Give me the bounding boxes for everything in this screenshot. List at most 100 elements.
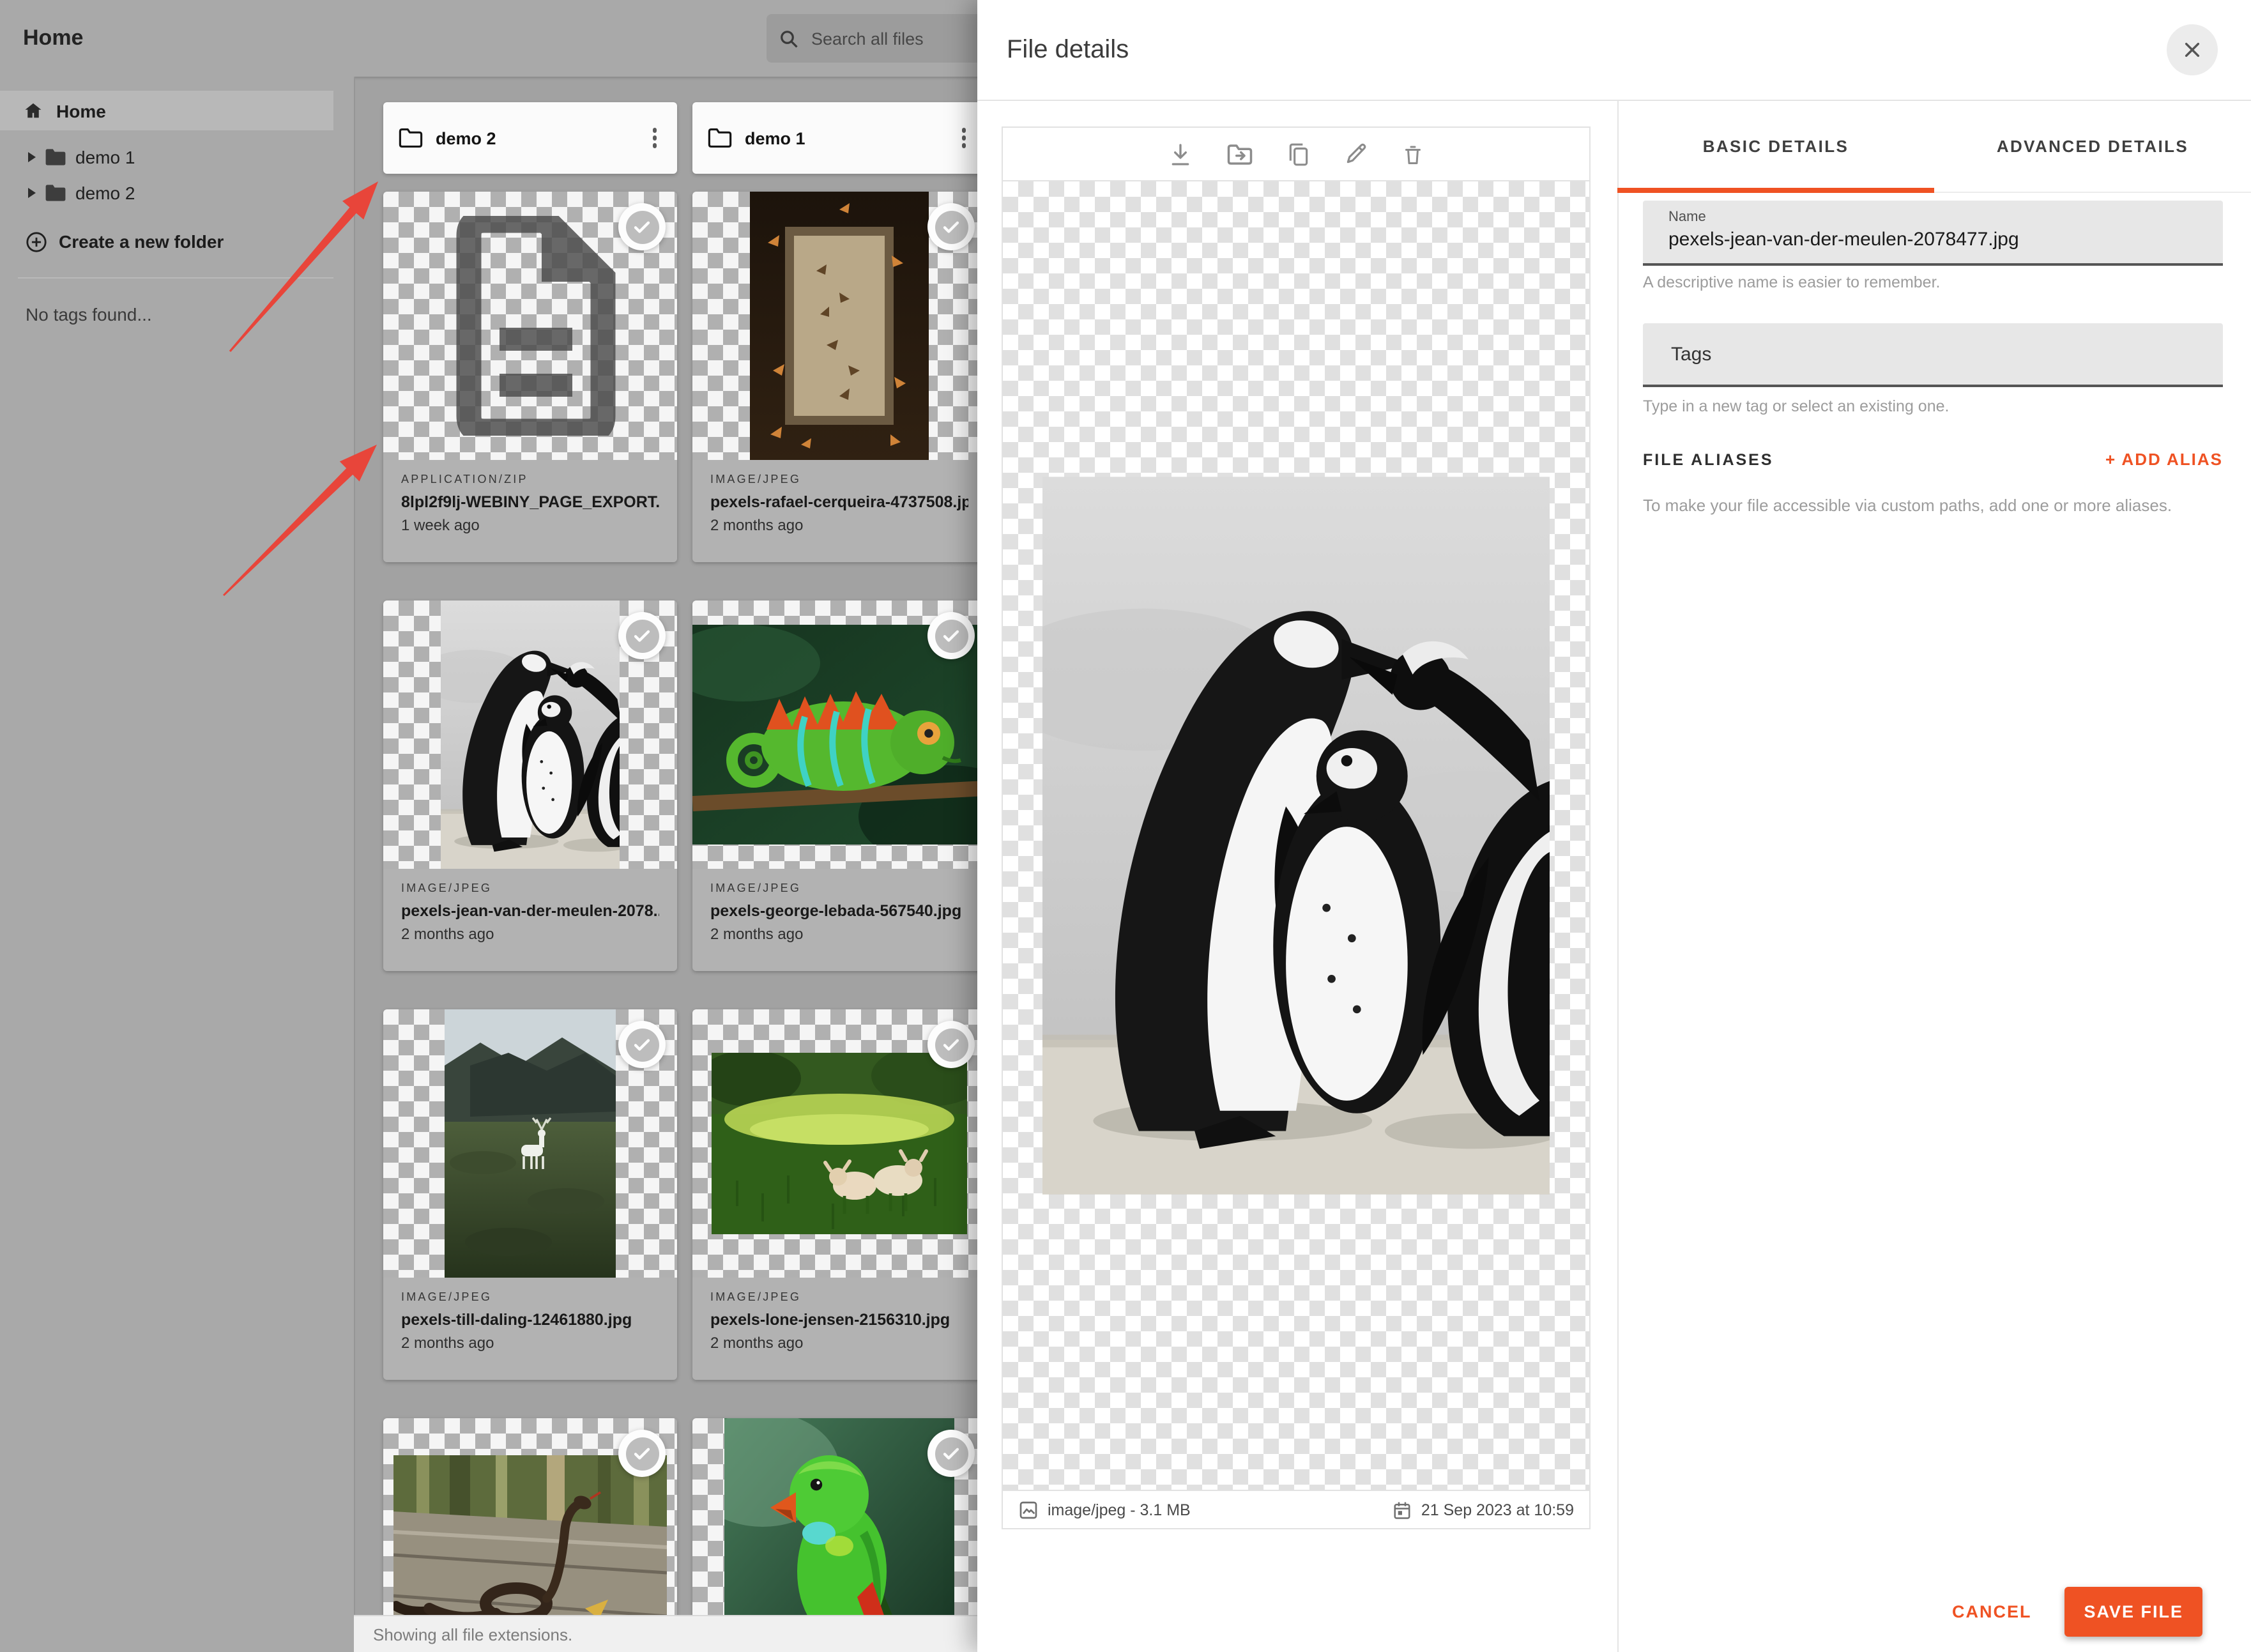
zip-file-icon xyxy=(383,192,677,460)
penguins-preview-image xyxy=(1042,477,1550,1195)
moths-photo xyxy=(750,192,929,460)
file-type: IMAGE/JPEG xyxy=(401,882,492,894)
folder-card-demo2[interactable]: demo 2 xyxy=(383,102,677,174)
aliases-helper-text: To make your file accessible via custom … xyxy=(1643,496,2172,515)
file-name: pexels-till-daling-12461880.jpg xyxy=(401,1311,632,1329)
close-button[interactable] xyxy=(2167,24,2218,75)
folder-outline-icon xyxy=(399,128,423,148)
chevron-right-icon[interactable] xyxy=(28,188,36,198)
file-name: pexels-jean-van-der-meulen-2078... xyxy=(401,902,659,920)
tab-advanced-details[interactable]: ADVANCED DETAILS xyxy=(1934,100,2251,192)
details-tabs: BASIC DETAILS ADVANCED DETAILS xyxy=(1617,100,2251,193)
tags-input[interactable] xyxy=(1668,342,2197,366)
file-time: 2 months ago xyxy=(401,925,494,943)
file-time: 2 months ago xyxy=(401,1334,494,1352)
drawer-column-divider xyxy=(1617,100,1619,1652)
check-icon xyxy=(943,630,959,642)
file-type: IMAGE/JPEG xyxy=(710,882,802,894)
file-type: IMAGE/JPEG xyxy=(710,1290,802,1303)
drawer-title: File details xyxy=(1007,36,1129,64)
file-type: IMAGE/JPEG xyxy=(401,1290,492,1303)
check-icon xyxy=(943,221,959,233)
file-card-lambs[interactable]: IMAGE/JPEG pexels-lone-jensen-2156310.jp… xyxy=(692,1009,986,1380)
file-card-penguins[interactable]: IMAGE/JPEG pexels-jean-van-der-meulen-20… xyxy=(383,600,677,971)
name-input[interactable] xyxy=(1668,225,2197,250)
page-title: Home xyxy=(23,26,84,50)
search-input[interactable] xyxy=(809,27,967,49)
sidebar-item-demo1[interactable]: demo 1 xyxy=(0,141,333,174)
sidebar-item-demo2[interactable]: demo 2 xyxy=(0,176,333,210)
cancel-button[interactable]: CANCEL xyxy=(1947,1592,2037,1632)
folder-card-demo1[interactable]: demo 1 xyxy=(692,102,986,174)
chevron-right-icon[interactable] xyxy=(28,152,36,162)
name-helper-text: A descriptive name is easier to remember… xyxy=(1643,273,1941,291)
select-check-badge[interactable] xyxy=(927,1430,975,1477)
folder-icon xyxy=(45,185,66,201)
move-to-folder-icon[interactable] xyxy=(1226,142,1253,165)
preview-toolbar xyxy=(1003,128,1589,181)
file-name: pexels-rafael-cerqueira-4737508.jpg xyxy=(710,493,968,511)
preview-canvas xyxy=(1003,181,1589,1490)
status-text: Showing all file extensions. xyxy=(373,1625,573,1644)
file-date-text: 21 Sep 2023 at 10:59 xyxy=(1421,1501,1574,1518)
search-icon xyxy=(781,30,798,47)
folder-menu-button[interactable] xyxy=(647,123,662,153)
delete-icon[interactable] xyxy=(1401,141,1424,167)
file-type: APPLICATION/ZIP xyxy=(401,473,528,486)
select-check-badge[interactable] xyxy=(927,1021,975,1068)
file-type: IMAGE/JPEG xyxy=(710,473,802,486)
file-card-zip[interactable]: APPLICATION/ZIP 8lpl2f9lj-WEBINY_PAGE_EX… xyxy=(383,192,677,562)
save-file-button[interactable]: SAVE FILE xyxy=(2064,1587,2202,1637)
tags-field[interactable] xyxy=(1643,323,2223,387)
deer-photo xyxy=(445,1009,616,1278)
select-check-badge[interactable] xyxy=(618,1021,666,1068)
check-icon xyxy=(943,1039,959,1051)
drawer-actions: CANCEL SAVE FILE xyxy=(1947,1587,2202,1637)
sidebar-item-home[interactable]: Home xyxy=(0,91,333,130)
name-field[interactable]: Name xyxy=(1643,201,2223,266)
file-name: pexels-lone-jensen-2156310.jpg xyxy=(710,1311,950,1329)
plus-circle-icon xyxy=(26,231,47,252)
check-icon xyxy=(943,1448,959,1460)
check-icon xyxy=(634,1039,650,1051)
select-check-badge[interactable] xyxy=(927,612,975,659)
select-check-badge[interactable] xyxy=(618,1430,666,1477)
copy-icon[interactable] xyxy=(1286,141,1311,167)
calendar-icon xyxy=(1394,1501,1411,1518)
select-check-badge[interactable] xyxy=(927,203,975,250)
folder-outline-icon xyxy=(708,128,732,148)
add-alias-button[interactable]: + ADD ALIAS xyxy=(2105,450,2223,469)
download-icon[interactable] xyxy=(1168,141,1193,167)
select-check-badge[interactable] xyxy=(618,203,666,250)
select-check-badge[interactable] xyxy=(618,612,666,659)
no-tags-text: No tags found... xyxy=(26,304,152,325)
create-folder-button[interactable]: Create a new folder xyxy=(0,225,333,258)
file-card-rafael[interactable]: IMAGE/JPEG pexels-rafael-cerqueira-47375… xyxy=(692,192,986,562)
home-icon xyxy=(25,103,42,118)
file-card-deer[interactable]: IMAGE/JPEG pexels-till-daling-12461880.j… xyxy=(383,1009,677,1380)
file-name: pexels-george-lebada-567540.jpg xyxy=(710,902,962,920)
close-icon xyxy=(2185,42,2200,57)
edit-icon[interactable] xyxy=(1344,142,1368,166)
file-time: 1 week ago xyxy=(401,516,480,534)
file-time: 2 months ago xyxy=(710,925,804,943)
lambs-photo xyxy=(712,1053,967,1234)
file-size-text: image/jpeg - 3.1 MB xyxy=(1048,1501,1191,1518)
folder-menu-button[interactable] xyxy=(956,123,971,153)
file-time: 2 months ago xyxy=(710,516,804,534)
file-name: 8lpl2f9lj-WEBINY_PAGE_EXPORT.zip xyxy=(401,493,659,511)
file-manager-app: Home Home demo 1 demo 2 Create a new fol… xyxy=(0,0,2251,1652)
tab-basic-details[interactable]: BASIC DETAILS xyxy=(1617,100,1934,193)
penguins-photo xyxy=(441,600,620,869)
search-box[interactable] xyxy=(767,14,994,63)
preview-meta-bar: image/jpeg - 3.1 MB 21 Sep 2023 at 10:59 xyxy=(1003,1490,1589,1528)
file-preview-box: image/jpeg - 3.1 MB 21 Sep 2023 at 10:59 xyxy=(1002,126,1591,1529)
file-time: 2 months ago xyxy=(710,1334,804,1352)
sidebar-divider xyxy=(18,277,333,279)
image-icon xyxy=(1019,1501,1037,1518)
check-icon xyxy=(634,1448,650,1460)
file-aliases-label: FILE ALIASES xyxy=(1643,450,1774,468)
name-field-label: Name xyxy=(1668,210,1706,225)
file-card-chameleon[interactable]: IMAGE/JPEG pexels-george-lebada-567540.j… xyxy=(692,600,986,971)
check-icon xyxy=(634,630,650,642)
